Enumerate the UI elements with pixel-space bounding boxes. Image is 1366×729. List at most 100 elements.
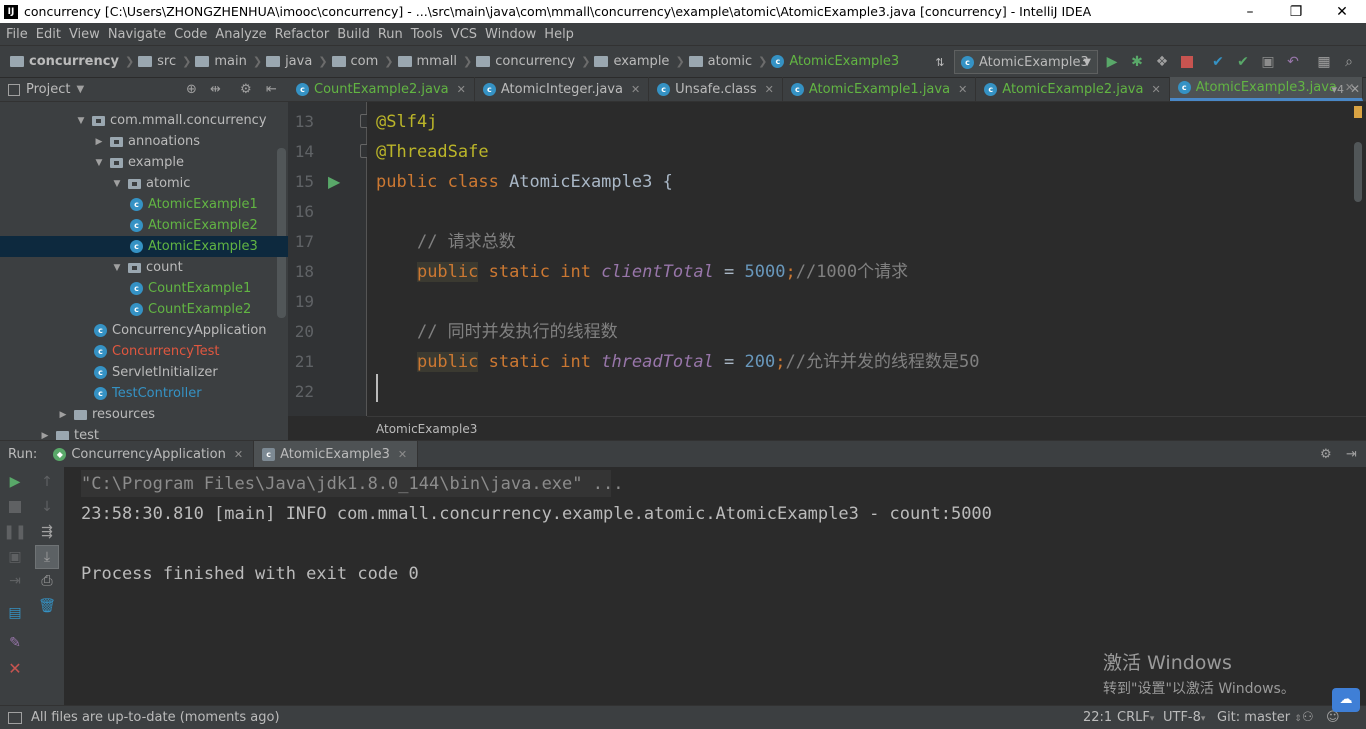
- run-tab-atomic-example3[interactable]: c AtomicExample3 ✕: [254, 440, 419, 468]
- breadcrumb-item[interactable]: example ❯: [594, 54, 685, 69]
- gear-icon[interactable]: ⚙: [240, 82, 252, 97]
- chevron-right-icon[interactable]: ▶: [40, 431, 50, 441]
- editor-tab[interactable]: c AtomicExample1.java ✕: [783, 77, 977, 101]
- chevron-down-icon[interactable]: ▼: [112, 179, 122, 189]
- down-arrow-icon[interactable]: ↓: [39, 499, 55, 515]
- scroll-thumb[interactable]: [1354, 142, 1362, 202]
- scroll-to-end-icon[interactable]: ⤓: [35, 545, 59, 569]
- breadcrumb-item[interactable]: main ❯: [195, 54, 262, 69]
- tree-item[interactable]: c AtomicExample1: [0, 194, 288, 215]
- trash-icon[interactable]: 🗑: [38, 598, 56, 614]
- breadcrumb-item[interactable]: mmall ❯: [397, 54, 472, 69]
- warning-marker-icon[interactable]: [1354, 106, 1362, 118]
- menu-navigate[interactable]: Navigate: [104, 27, 170, 42]
- debug-icon[interactable]: ✱: [1129, 54, 1145, 70]
- vcs-compare-icon[interactable]: ▣: [1260, 54, 1276, 70]
- close-icon[interactable]: ✕: [7, 659, 23, 678]
- stop-icon[interactable]: [1179, 54, 1195, 70]
- locate-icon[interactable]: ⊕: [186, 82, 197, 97]
- run-tab-concurrency-application[interactable]: ◆ ConcurrencyApplication ✕: [45, 440, 255, 468]
- breadcrumb-item[interactable]: src ❯: [138, 54, 191, 69]
- chevron-right-icon[interactable]: ▶: [58, 410, 68, 420]
- coverage-icon[interactable]: ❖: [1154, 54, 1170, 70]
- tree-item[interactable]: c ServletInitializer: [0, 362, 288, 383]
- hide-panel-icon[interactable]: ⇥: [1346, 447, 1357, 462]
- close-icon[interactable]: ✕: [457, 83, 466, 96]
- editor-tab[interactable]: c CountExample2.java ✕: [288, 77, 475, 101]
- tree-item[interactable]: c AtomicExample2: [0, 215, 288, 236]
- menu-code[interactable]: Code: [170, 27, 211, 42]
- run-icon[interactable]: ▶: [1104, 54, 1120, 70]
- close-icon[interactable]: ✕: [1350, 82, 1360, 96]
- run-gutter-icon[interactable]: ▶: [328, 172, 340, 191]
- collapse-icon[interactable]: ⇹: [210, 82, 221, 97]
- tree-item[interactable]: ▶ annoations: [0, 131, 288, 152]
- hide-panel-icon[interactable]: ⇤: [266, 82, 277, 97]
- breadcrumb-item[interactable]: c AtomicExample3: [771, 54, 899, 69]
- breadcrumb-item[interactable]: atomic ❯: [688, 54, 767, 69]
- line-separator[interactable]: CRLF▾: [1117, 710, 1154, 725]
- tree-item[interactable]: c CountExample1: [0, 278, 288, 299]
- close-icon[interactable]: ✕: [958, 83, 967, 96]
- event-log-icon[interactable]: ☺: [1326, 710, 1340, 725]
- menu-window[interactable]: Window: [481, 27, 540, 42]
- menu-help[interactable]: Help: [540, 27, 578, 42]
- tree-item[interactable]: ▼ atomic: [0, 173, 288, 194]
- minimize-button[interactable]: –: [1227, 0, 1273, 23]
- chevron-down-icon[interactable]: ▼: [94, 158, 104, 168]
- close-icon[interactable]: ✕: [1151, 83, 1160, 96]
- chevron-down-icon[interactable]: ▼: [76, 84, 84, 95]
- editor-tab[interactable]: c AtomicInteger.java ✕: [475, 77, 650, 101]
- tree-item[interactable]: c CountExample2: [0, 299, 288, 320]
- up-arrow-icon[interactable]: ↑: [39, 474, 55, 490]
- caret-position[interactable]: 22:1: [1083, 710, 1112, 725]
- menu-edit[interactable]: Edit: [32, 27, 65, 42]
- tree-item[interactable]: c ConcurrencyApplication: [0, 320, 288, 341]
- close-button[interactable]: ✕: [1319, 0, 1365, 23]
- pause-icon[interactable]: ❚❚: [3, 524, 26, 540]
- rerun-icon[interactable]: ▶: [7, 474, 23, 490]
- editor-scrollbar[interactable]: [1350, 102, 1366, 416]
- tree-item[interactable]: c ConcurrencyTest: [0, 341, 288, 362]
- menu-refactor[interactable]: Refactor: [271, 27, 334, 42]
- editor-breadcrumb-item[interactable]: AtomicExample3: [376, 422, 477, 436]
- menu-tools[interactable]: Tools: [407, 27, 447, 42]
- menu-file[interactable]: File: [0, 27, 32, 42]
- file-encoding[interactable]: UTF-8▾: [1163, 710, 1205, 725]
- menu-view[interactable]: View: [65, 27, 104, 42]
- menu-analyze[interactable]: Analyze: [211, 27, 270, 42]
- tree-item[interactable]: ▶ test: [0, 425, 288, 440]
- close-icon[interactable]: ✕: [765, 83, 774, 96]
- revert-icon[interactable]: ↶: [1285, 54, 1301, 70]
- tool-windows-icon[interactable]: [8, 711, 22, 724]
- pin-icon[interactable]: ✎: [7, 635, 23, 651]
- code-editor[interactable]: @Slf4j @ThreadSafe public class AtomicExam…: [367, 102, 1350, 416]
- breadcrumb-item[interactable]: concurrency ❯: [10, 54, 134, 69]
- project-panel-title[interactable]: Project: [26, 82, 70, 97]
- sort-icon[interactable]: ⇅: [932, 54, 948, 70]
- exit-icon[interactable]: ⇥: [7, 573, 23, 589]
- close-icon[interactable]: ✕: [234, 448, 243, 461]
- tab-overflow-icon[interactable]: ▾4: [1331, 83, 1344, 96]
- vcs-branch[interactable]: Git: master ⇕: [1217, 710, 1302, 725]
- chevron-right-icon[interactable]: ▶: [94, 137, 104, 147]
- breadcrumb-item[interactable]: com ❯: [331, 54, 394, 69]
- close-icon[interactable]: ✕: [398, 448, 407, 461]
- tree-item[interactable]: c TestController: [0, 383, 288, 404]
- close-icon[interactable]: ✕: [631, 83, 640, 96]
- menu-vcs[interactable]: VCS: [447, 27, 481, 42]
- vcs-commit-icon[interactable]: ✔: [1235, 54, 1251, 70]
- dump-threads-icon[interactable]: ▣: [7, 549, 23, 565]
- run-configuration-select[interactable]: c AtomicExample3 ▼: [954, 50, 1098, 74]
- tree-item[interactable]: ▼ example: [0, 152, 288, 173]
- tree-item[interactable]: ▶ resources: [0, 404, 288, 425]
- layout-icon[interactable]: ▤: [7, 605, 23, 621]
- editor-tab[interactable]: c Unsafe.class ✕: [649, 77, 783, 101]
- menu-build[interactable]: Build: [333, 27, 374, 42]
- tree-item[interactable]: ▼ count: [0, 257, 288, 278]
- soft-wrap-icon[interactable]: ⇶: [39, 524, 55, 540]
- inspector-icon[interactable]: ⚇: [1302, 710, 1314, 725]
- maximize-button[interactable]: ❐: [1273, 0, 1319, 23]
- breadcrumb-item[interactable]: java ❯: [266, 54, 328, 69]
- stop-icon[interactable]: [7, 499, 23, 515]
